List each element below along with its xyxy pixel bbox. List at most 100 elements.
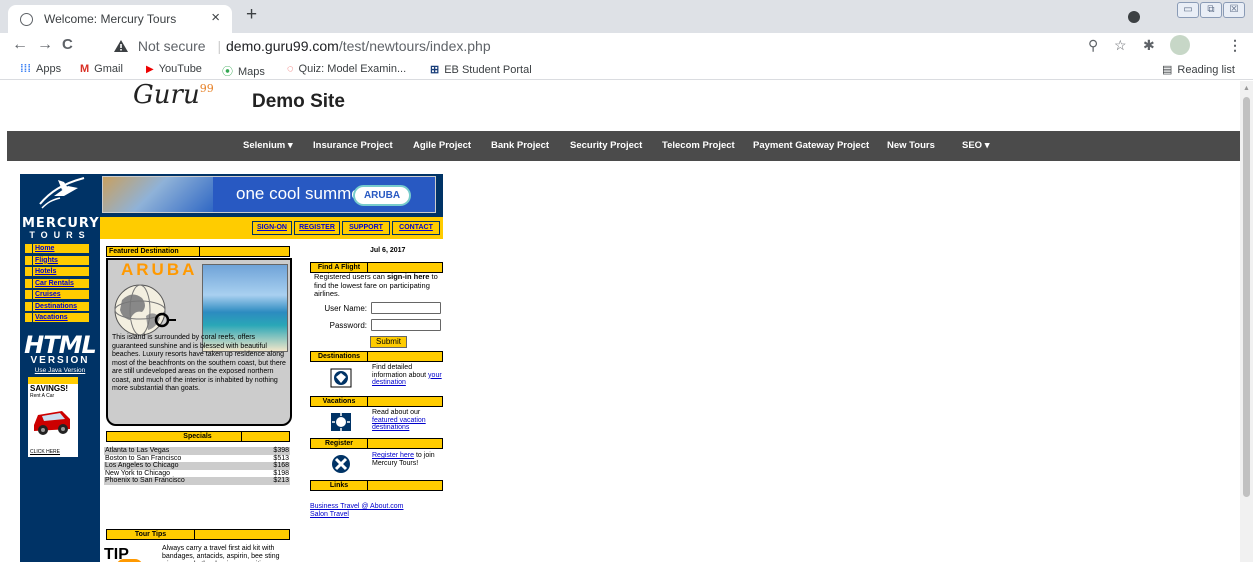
nav-insurance-project[interactable]: Insurance Project <box>313 140 393 151</box>
tour-tips-header: Tour Tips <box>106 529 290 540</box>
left-nav-item-home: Home <box>24 243 90 255</box>
browser-tab[interactable]: Welcome: Mercury Tours × <box>8 5 232 33</box>
summer-banner[interactable]: one cool summer ARUBA <box>100 174 443 217</box>
register-here-link[interactable]: Register here <box>372 452 414 459</box>
browser-toolbar: ← → C Not secure | demo.guru99.com/test/… <box>0 33 1253 60</box>
version-label: VERSION <box>30 355 90 366</box>
left-nav-link[interactable]: Car Rentals <box>33 277 90 289</box>
address-bar[interactable]: Not secure | demo.guru99.com/test/newtou… <box>106 35 1136 58</box>
nav-agile-project[interactable]: Agile Project <box>413 140 471 151</box>
specials-header: Specials <box>106 431 290 442</box>
left-nav-link[interactable]: Hotels <box>33 266 90 277</box>
mercury-tours-frame: MERCURY TOURS Home Flights Hotels Car Re… <box>20 174 443 562</box>
vacations-label: Vacations <box>311 397 368 406</box>
gmail-icon: M <box>80 63 90 75</box>
register-label: Register <box>311 439 368 448</box>
register-icon <box>332 455 350 473</box>
left-nav-link[interactable]: Vacations <box>33 312 90 323</box>
submit-button[interactable]: Submit <box>370 336 407 348</box>
back-button[interactable]: ← <box>12 36 28 54</box>
left-nav-link[interactable]: Destinations <box>33 300 90 312</box>
not-secure-indicator[interactable]: Not secure | <box>114 38 221 54</box>
special-price: $213 <box>273 477 289 484</box>
link-business-travel[interactable]: Business Travel @ About.com <box>310 503 443 511</box>
contact-link[interactable]: CONTACT <box>392 221 440 235</box>
new-tab-button[interactable]: + <box>246 4 257 26</box>
featured-destination-header: Featured Destination <box>106 246 290 257</box>
specials-table: Atlanta to Las Vegas $398 Boston to San F… <box>104 447 290 485</box>
page-scrollbar[interactable]: ▲ <box>1240 81 1253 562</box>
bookmark-quiz[interactable]: ◌ Quiz: Model Examin... <box>287 63 406 75</box>
featured-destination: ARUBA This island is surrounded by coral… <box>106 258 292 426</box>
password-input[interactable] <box>371 319 441 331</box>
not-secure-label: Not secure <box>137 38 206 54</box>
left-nav-link[interactable]: Cruises <box>33 289 90 300</box>
banner-photo <box>103 177 213 212</box>
sign-on-link[interactable]: SIGN-ON <box>252 221 292 235</box>
banner-text: one cool summer <box>236 184 367 203</box>
left-nav-link[interactable]: Home <box>33 243 90 254</box>
nav-bank-project[interactable]: Bank Project <box>491 140 549 151</box>
bookmark-youtube[interactable]: ▶ YouTube <box>146 63 202 75</box>
reading-list-icon: ▤ <box>1162 64 1173 76</box>
nav-payment-gateway-project[interactable]: Payment Gateway Project <box>753 140 869 151</box>
table-row: Phoenix to San Francisco $213 <box>104 477 290 485</box>
bookmark-label: Gmail <box>94 63 123 75</box>
zoom-icon[interactable]: ⚲ <box>1088 37 1098 54</box>
vacations-link[interactable]: featured vacation destinations <box>372 417 426 432</box>
restore-button[interactable]: ⧉ <box>1200 2 1222 18</box>
left-nav-item-destinations: Destinations <box>24 300 90 313</box>
nav-security-project[interactable]: Security Project <box>570 140 642 151</box>
savings-subtitle: Rent A Car <box>30 393 55 399</box>
avatar[interactable] <box>1170 35 1190 55</box>
bookmark-gmail[interactable]: M Gmail <box>80 63 123 75</box>
profile-indicator-icon[interactable] <box>1128 11 1140 23</box>
guru99-logo[interactable]: Guru99 <box>133 81 214 110</box>
page-content: Guru99 Demo Site Selenium ▾ Insurance Pr… <box>0 81 1240 562</box>
close-tab-icon[interactable]: × <box>211 9 220 26</box>
close-window-button[interactable]: ☒ <box>1223 2 1245 18</box>
bookmark-portal[interactable]: ⊞ EB Student Portal <box>430 63 532 76</box>
reload-button[interactable]: C <box>62 36 73 53</box>
java-version-link[interactable]: Use Java Version <box>22 367 98 374</box>
click-here-link[interactable]: CLICK HERE <box>28 449 60 455</box>
extensions-icon[interactable]: ✱ <box>1143 37 1155 54</box>
logo-sup: 99 <box>199 82 214 95</box>
featured-destination-name: ARUBA <box>121 260 198 279</box>
register-link[interactable]: REGISTER <box>294 221 340 235</box>
minimize-button[interactable]: ▭ <box>1177 2 1199 18</box>
username-input[interactable] <box>371 302 441 314</box>
register-header: Register <box>310 438 443 449</box>
mercury-top-menu: SIGN-ON REGISTER SUPPORT CONTACT <box>100 217 443 239</box>
vacations-header: Vacations <box>310 396 443 407</box>
bookmark-apps[interactable]: ⁞⁞⁞ Apps <box>20 63 61 75</box>
bookmark-label: Apps <box>36 63 62 75</box>
special-route: Phoenix to San Francisco <box>105 477 185 484</box>
nav-seo[interactable]: SEO ▾ <box>962 140 989 151</box>
link-salon-travel[interactable]: Salon Travel <box>310 511 443 519</box>
left-nav-link[interactable]: Flights <box>33 254 90 266</box>
special-price: $398 <box>273 447 289 454</box>
youtube-icon: ▶ <box>146 64 154 75</box>
forward-button[interactable]: → <box>37 36 53 54</box>
scroll-up-icon[interactable]: ▲ <box>1243 85 1250 92</box>
find-flight-text: Registered users can sign-in here to fin… <box>314 272 438 298</box>
portal-icon: ⊞ <box>430 64 440 76</box>
menu-dots-icon[interactable]: ⋮ <box>1228 37 1242 54</box>
scrollbar-thumb[interactable] <box>1243 97 1250 497</box>
site-title: Demo Site <box>252 91 345 112</box>
savings-ad[interactable]: SAVINGS! Rent A Car CLICK HERE <box>28 377 78 457</box>
window-controls: ▭ ⧉ ☒ <box>1177 2 1245 18</box>
support-link[interactable]: SUPPORT <box>342 221 390 235</box>
links-header: Links <box>310 480 443 491</box>
bookmark-star-icon[interactable]: ☆ <box>1114 37 1127 54</box>
bookmark-label: Quiz: Model Examin... <box>298 63 407 75</box>
nav-telecom-project[interactable]: Telecom Project <box>662 140 735 151</box>
nav-new-tours[interactable]: New Tours <box>887 140 935 151</box>
reading-list-button[interactable]: ▤ Reading list <box>1162 63 1235 76</box>
car-icon <box>34 411 70 435</box>
logo-text: Guru <box>133 81 200 110</box>
bookmark-maps[interactable]: ⦿ Maps <box>222 63 265 79</box>
table-row: Atlanta to Las Vegas $398 <box>104 447 290 455</box>
nav-selenium[interactable]: Selenium ▾ <box>243 140 293 151</box>
